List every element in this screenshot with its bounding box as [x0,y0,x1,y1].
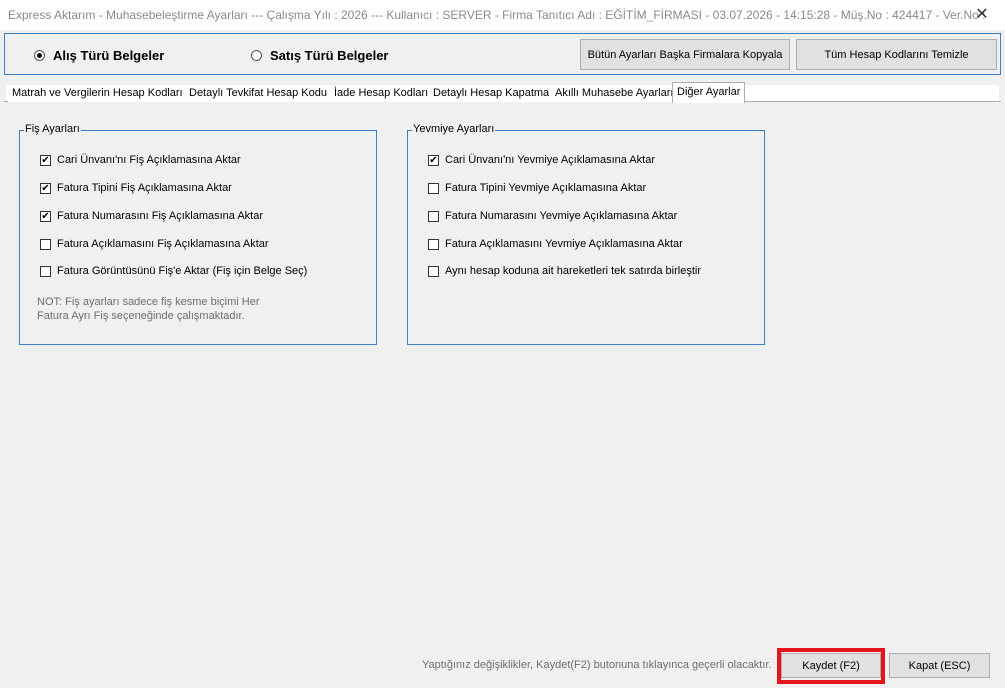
checkbox-checked-icon: ✔ [40,182,51,194]
yevmiye-settings-group: Yevmiye Ayarları ✔ Cari Ünvanı'nı Yevmiy… [407,123,765,345]
yevmiye-option-label: Aynı hesap koduna ait hareketleri tek sa… [445,265,701,277]
yevmiye-option-cari-unvan[interactable]: ✔ Cari Ünvanı'nı Yevmiye Açıklamasına Ak… [428,153,655,167]
yevmiye-option-birlestir[interactable]: Aynı hesap koduna ait hareketleri tek sa… [428,264,701,278]
checkbox-unchecked-icon [428,265,439,277]
document-type-panel: Alış Türü Belgeler Satış Türü Belgeler B… [4,33,1001,75]
checkbox-unchecked-icon [40,238,51,250]
fis-option-fatura-tipi[interactable]: ✔ Fatura Tipini Fiş Açıklamasına Aktar [40,181,232,195]
fis-option-fatura-goruntusu[interactable]: Fatura Görüntüsünü Fiş'e Aktar (Fiş için… [40,264,307,278]
title-bar: Express Aktarım - Muhasebeleştirme Ayarl… [0,0,1005,30]
fis-option-label: Fatura Tipini Fiş Açıklamasına Aktar [57,182,232,194]
fis-option-label: Cari Ünvanı'nı Fiş Açıklamasına Aktar [57,154,241,166]
fis-option-cari-unvan[interactable]: ✔ Cari Ünvanı'nı Fiş Açıklamasına Aktar [40,153,241,167]
checkbox-checked-icon: ✔ [40,210,51,222]
save-hint: Yaptığınız değişiklikler, Kaydet(F2) but… [422,659,772,671]
radio-dot-icon [34,49,45,61]
fis-settings-note: NOT: Fiş ayarları sadece fiş kesme biçim… [37,295,297,323]
yevmiye-option-label: Cari Ünvanı'nı Yevmiye Açıklamasına Akta… [445,154,655,166]
copy-settings-button[interactable]: Bütün Ayarları Başka Firmalara Kopyala [580,39,790,70]
yevmiye-option-label: Fatura Açıklamasını Yevmiye Açıklamasına… [445,238,683,250]
tab-hesap-kapatma[interactable]: Detaylı Hesap Kapatma [429,85,555,102]
clear-account-codes-button[interactable]: Tüm Hesap Kodlarını Temizle [796,39,997,70]
save-button-highlight [777,648,885,684]
tab-strip: Matrah ve Vergilerin Hesap Kodları Detay… [4,82,1001,103]
yevmiye-option-fatura-aciklamasi[interactable]: Fatura Açıklamasını Yevmiye Açıklamasına… [428,237,683,251]
yevmiye-option-fatura-tipi[interactable]: Fatura Tipini Yevmiye Açıklamasına Aktar [428,181,646,195]
yevmiye-option-fatura-numarasi[interactable]: Fatura Numarasını Yevmiye Açıklamasına A… [428,209,677,223]
radio-dot-icon [251,49,262,61]
yevmiye-group-title: Yevmiye Ayarları [412,123,496,135]
fis-option-fatura-numarasi[interactable]: ✔ Fatura Numarasını Fiş Açıklamasına Akt… [40,209,263,223]
radio-alis-label: Alış Türü Belgeler [53,47,165,63]
note-line: Fatura Ayrı Fiş seçeneğinde çalışmaktadı… [37,310,245,322]
tab-matrah[interactable]: Matrah ve Vergilerin Hesap Kodları [8,85,188,102]
radio-alis[interactable]: Alış Türü Belgeler [34,46,164,64]
close-icon[interactable]: ✕ [959,0,1005,30]
tab-akilli-muhasebe[interactable]: Akıllı Muhasebe Ayarları [551,85,679,102]
radio-satis-label: Satış Türü Belgeler [270,47,389,63]
checkbox-checked-icon: ✔ [40,154,51,166]
tab-diger-ayarlar[interactable]: Diğer Ayarlar [672,82,746,103]
close-button[interactable]: Kapat (ESC) [889,653,990,678]
fis-option-label: Fatura Görüntüsünü Fiş'e Aktar (Fiş için… [57,265,308,277]
checkbox-unchecked-icon [428,238,439,250]
checkbox-unchecked-icon [428,182,439,194]
fis-option-fatura-aciklamasi[interactable]: Fatura Açıklamasını Fiş Açıklamasına Akt… [40,237,269,251]
tab-tevkifat[interactable]: Detaylı Tevkifat Hesap Kodu [185,85,332,102]
checkbox-checked-icon: ✔ [428,154,439,166]
yevmiye-option-label: Fatura Tipini Yevmiye Açıklamasına Aktar [445,182,647,194]
tab-content: Fiş Ayarları ✔ Cari Ünvanı'nı Fiş Açıkla… [4,102,1001,648]
fis-option-label: Fatura Açıklamasını Fiş Açıklamasına Akt… [57,238,269,250]
fis-settings-group: Fiş Ayarları ✔ Cari Ünvanı'nı Fiş Açıkla… [19,123,377,345]
note-line: NOT: Fiş ayarları sadece fiş kesme biçim… [37,296,260,308]
radio-satis[interactable]: Satış Türü Belgeler [251,46,388,64]
checkbox-unchecked-icon [40,265,51,277]
window-title: Express Aktarım - Muhasebeleştirme Ayarl… [8,8,986,22]
yevmiye-option-label: Fatura Numarasını Yevmiye Açıklamasına A… [445,210,678,222]
fis-option-label: Fatura Numarasını Fiş Açıklamasına Aktar [57,210,264,222]
checkbox-unchecked-icon [428,210,439,222]
tab-iade[interactable]: İade Hesap Kodları [330,85,434,102]
fis-group-title: Fiş Ayarları [24,123,81,135]
